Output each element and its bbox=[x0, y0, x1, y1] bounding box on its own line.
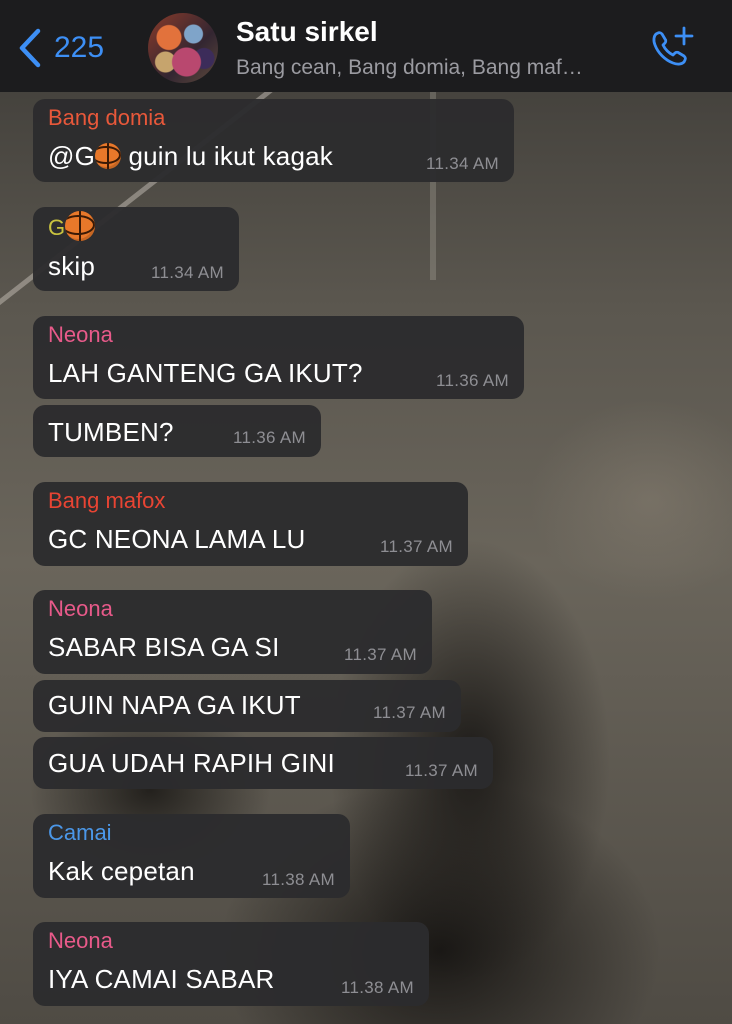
basketball-icon bbox=[95, 143, 122, 169]
message-time: 11.37 AM bbox=[380, 537, 453, 556]
message-text: Kak cepetan bbox=[48, 856, 195, 886]
message-bubble[interactable]: Bang domia @G guin lu ikut kagak 11.34 A… bbox=[33, 99, 514, 182]
message-text-body: guin lu ikut kagak bbox=[121, 141, 333, 171]
sender-name-text: G bbox=[48, 215, 66, 240]
message-bubble[interactable]: Bang mafox GC NEONA LAMA LU 11.37 AM bbox=[33, 482, 468, 566]
mention[interactable]: @G bbox=[48, 141, 95, 171]
sender-name[interactable]: Bang mafox bbox=[48, 488, 165, 514]
message-bubble[interactable]: Neona SABAR BISA GA SI 11.37 AM bbox=[33, 590, 432, 674]
message-text: TUMBEN? bbox=[48, 417, 174, 447]
message-time: 11.38 AM bbox=[262, 870, 335, 889]
back-button[interactable]: 225 bbox=[18, 28, 104, 68]
message-text: skip bbox=[48, 251, 96, 281]
chat-title[interactable]: Satu sirkel bbox=[236, 16, 378, 48]
sender-name[interactable]: Camai bbox=[48, 820, 112, 846]
add-call-icon bbox=[648, 26, 696, 74]
sender-name[interactable]: Bang domia bbox=[48, 105, 165, 131]
message-text: GUIN NAPA GA IKUT bbox=[48, 690, 301, 720]
message-time: 11.36 AM bbox=[233, 428, 306, 447]
message-bubble[interactable]: GUIN NAPA GA IKUT 11.37 AM bbox=[33, 680, 461, 732]
message-bubble[interactable]: TUMBEN? 11.36 AM bbox=[33, 405, 321, 457]
message-text: GC NEONA LAMA LU bbox=[48, 524, 306, 554]
sender-name[interactable]: Neona bbox=[48, 322, 113, 348]
message-bubble[interactable]: Neona IYA CAMAI SABAR 11.38 AM bbox=[33, 922, 429, 1006]
chat-participants[interactable]: Bang cean, Bang domia, Bang maf… bbox=[236, 56, 583, 80]
message-bubble[interactable]: Neona LAH GANTENG GA IKUT? 11.36 AM bbox=[33, 316, 524, 399]
unread-count: 225 bbox=[54, 31, 105, 64]
message-bubble[interactable]: G skip 11.34 AM bbox=[33, 207, 239, 291]
message-text: LAH GANTENG GA IKUT? bbox=[48, 358, 363, 388]
chat-header: 225 Satu sirkel Bang cean, Bang domia, B… bbox=[0, 0, 732, 92]
message-time: 11.34 AM bbox=[151, 263, 224, 282]
message-text: IYA CAMAI SABAR bbox=[48, 964, 275, 994]
message-time: 11.34 AM bbox=[426, 154, 499, 173]
message-text: @G guin lu ikut kagak bbox=[48, 141, 333, 172]
chevron-left-icon bbox=[18, 28, 42, 68]
message-bubble[interactable]: GUA UDAH RAPIH GINI 11.37 AM bbox=[33, 737, 493, 789]
message-time: 11.36 AM bbox=[436, 371, 509, 390]
message-bubble[interactable]: Camai Kak cepetan 11.38 AM bbox=[33, 814, 350, 898]
group-avatar[interactable] bbox=[148, 13, 218, 83]
add-call-button[interactable] bbox=[648, 26, 696, 75]
sender-name[interactable]: Neona bbox=[48, 928, 113, 954]
basketball-icon bbox=[65, 211, 96, 241]
sender-name[interactable]: G bbox=[48, 211, 96, 241]
message-text: SABAR BISA GA SI bbox=[48, 632, 280, 662]
message-text: GUA UDAH RAPIH GINI bbox=[48, 748, 335, 778]
message-time: 11.37 AM bbox=[373, 703, 446, 722]
message-time: 11.37 AM bbox=[405, 761, 478, 780]
message-time: 11.38 AM bbox=[341, 978, 414, 997]
message-time: 11.37 AM bbox=[344, 645, 417, 664]
sender-name[interactable]: Neona bbox=[48, 596, 113, 622]
